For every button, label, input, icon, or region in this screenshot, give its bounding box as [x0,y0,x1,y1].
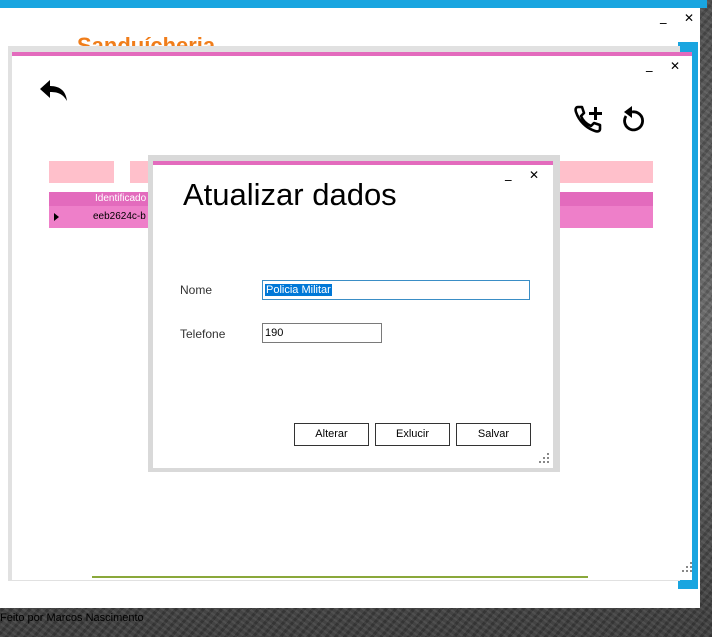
salvar-button[interactable]: Salvar [456,423,531,446]
green-divider [92,576,588,578]
column-header-identificador[interactable]: Identificado [95,193,146,204]
cell-id: eeb2624c-b [93,211,146,222]
nome-input-value: Policia Militar [265,284,332,296]
cyan-top-strip [0,0,707,8]
nome-label: Nome [180,283,213,297]
excluir-button[interactable]: Exlucir [375,423,450,446]
footer-credit: Feito por Marcos Nascimento [0,612,144,624]
telefone-input-value: 190 [265,327,284,339]
size-grip-icon[interactable] [682,562,692,572]
telefone-input[interactable]: 190 [262,323,382,343]
dialog-minimize-button[interactable]: _ [505,167,512,182]
row-selector-icon [54,213,59,221]
second-minimize-button[interactable]: _ [646,58,653,73]
dialog-title: Atualizar dados [183,177,397,212]
dialog-size-grip-icon[interactable] [539,453,549,463]
refresh-icon[interactable] [618,104,648,136]
nome-input[interactable]: Policia Militar [262,280,530,300]
dialog-close-button[interactable]: ✕ [529,168,539,182]
second-close-button[interactable]: ✕ [670,59,680,73]
alterar-button[interactable]: Alterar [294,423,369,446]
main-close-button[interactable]: ✕ [684,11,694,25]
update-dialog: Atualizar dados _ ✕ Nome Policia Militar… [153,161,553,468]
main-minimize-button[interactable]: _ [660,10,667,25]
telefone-label: Telefone [180,327,226,341]
back-arrow-icon[interactable] [38,78,70,104]
filter-box-left[interactable] [49,161,114,183]
add-call-icon[interactable] [572,104,606,136]
